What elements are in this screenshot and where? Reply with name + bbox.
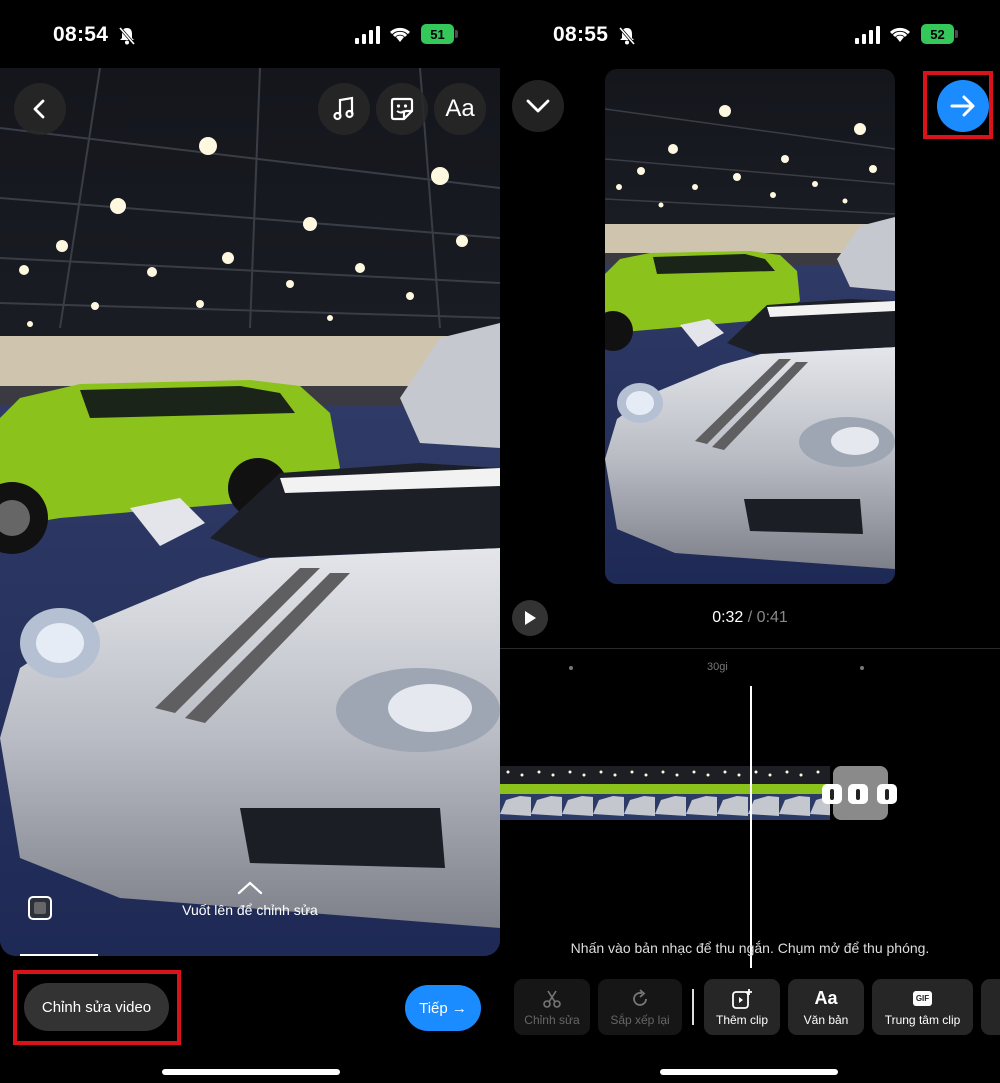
ruler-tick: [569, 666, 573, 670]
sticker-button[interactable]: [376, 83, 428, 135]
swipe-hint-text: Vuốt lên để chỉnh sửa: [182, 902, 318, 918]
next-button[interactable]: Tiếp →: [405, 985, 481, 1031]
car-photo: [605, 69, 895, 584]
video-preview-thumbnail[interactable]: [605, 69, 895, 584]
right-screen: 08:55 52 0:32 / 0:41 30gi Nhấn vào bản n…: [500, 0, 1000, 1083]
bell-mute-icon: [118, 27, 136, 45]
trim-handle[interactable]: [877, 784, 897, 804]
status-bar: 08:54 51: [0, 20, 500, 50]
toolbar-divider: [692, 989, 694, 1025]
gif-icon: GIF: [912, 991, 933, 1006]
cell-signal-icon: [855, 26, 880, 44]
battery-indicator: 52: [921, 24, 958, 44]
back-button[interactable]: [14, 83, 66, 135]
ruler-tick: [860, 666, 864, 670]
clip-frame: [717, 766, 748, 820]
music-button[interactable]: [318, 83, 370, 135]
clip-frame: [593, 766, 624, 820]
add-clip-button[interactable]: Thêm clip: [704, 979, 780, 1035]
clip-frame: [562, 766, 593, 820]
text-aa-icon: Aa: [445, 95, 475, 122]
music-note-icon: [333, 96, 354, 121]
clip-frame: [531, 766, 562, 820]
timecode: 0:32 / 0:41: [500, 609, 1000, 627]
car-photo: [0, 68, 500, 956]
text-button[interactable]: Aa Văn bản: [788, 979, 864, 1035]
scissors-icon: [543, 990, 561, 1008]
status-time: 08:54: [53, 23, 109, 46]
arrow-right-icon: [950, 95, 975, 117]
tool-label: Trung tâm clip: [884, 1012, 961, 1027]
reorder-tool-button[interactable]: Sắp xếp lại: [598, 979, 682, 1035]
ruler-label: 30gi: [707, 661, 728, 673]
status-bar: 08:55 52: [500, 20, 1000, 50]
status-time: 08:55: [553, 23, 609, 46]
edit-video-button[interactable]: Chỉnh sửa video: [24, 983, 169, 1031]
timeline-divider: [500, 648, 1000, 649]
cell-signal-icon: [355, 26, 380, 44]
chevron-down-icon: [526, 99, 550, 113]
swipe-up-hint: Vuốt lên để chỉnh sửa: [0, 880, 500, 920]
home-indicator: [660, 1069, 838, 1075]
wifi-icon: [889, 27, 911, 42]
collapse-button[interactable]: [512, 80, 564, 132]
add-clip-icon: [732, 988, 752, 1009]
sticker-icon: [390, 97, 414, 121]
left-bottom-bar: Chỉnh sửa video Tiếp →: [0, 955, 500, 1083]
battery-indicator: 51: [421, 24, 458, 44]
tool-label: Chỉnh sửa: [524, 1012, 580, 1027]
clip-frame: [686, 766, 717, 820]
chevron-up-icon: [237, 881, 263, 895]
trim-handle[interactable]: [848, 784, 868, 804]
text-tool-button[interactable]: Aa: [434, 83, 486, 135]
more-tool-button[interactable]: [981, 979, 1000, 1035]
rotate-icon: [633, 988, 647, 1006]
video-clip-track[interactable]: [500, 766, 830, 820]
video-preview[interactable]: [0, 68, 500, 956]
total-time: 0:41: [756, 609, 788, 626]
clip-hub-button[interactable]: GIF Trung tâm clip: [872, 979, 973, 1035]
clip-frame: [655, 766, 686, 820]
text-icon: Aa: [814, 988, 838, 1008]
next-arrow-button[interactable]: [937, 80, 989, 132]
playhead[interactable]: [750, 686, 752, 968]
tool-label: Thêm clip: [715, 1012, 768, 1027]
clip-frame: [624, 766, 655, 820]
clip-frame: [500, 766, 531, 820]
trim-tool-button[interactable]: Chỉnh sửa: [514, 979, 590, 1035]
time-separator: /: [743, 609, 757, 626]
home-indicator: [162, 1069, 340, 1075]
tool-label: Sắp xếp lại: [610, 1012, 670, 1027]
bell-mute-icon: [618, 27, 636, 45]
wifi-icon: [389, 27, 411, 42]
tool-label: Văn bản: [803, 1012, 849, 1027]
timeline-hint: Nhấn vào bản nhạc để thu ngắn. Chụm mở đ…: [570, 940, 930, 956]
trim-handle[interactable]: [822, 784, 842, 804]
clip-frame: [779, 766, 810, 820]
left-screen: 08:54 51 Aa Vuốt lên để chỉnh sửa Chỉnh …: [0, 0, 500, 1083]
chevron-left-icon: [33, 99, 45, 119]
edit-toolbar: Chỉnh sửa Sắp xếp lại Thêm clip Aa Văn b…: [514, 979, 1000, 1035]
current-time: 0:32: [712, 609, 744, 626]
clip-frame: [748, 766, 779, 820]
